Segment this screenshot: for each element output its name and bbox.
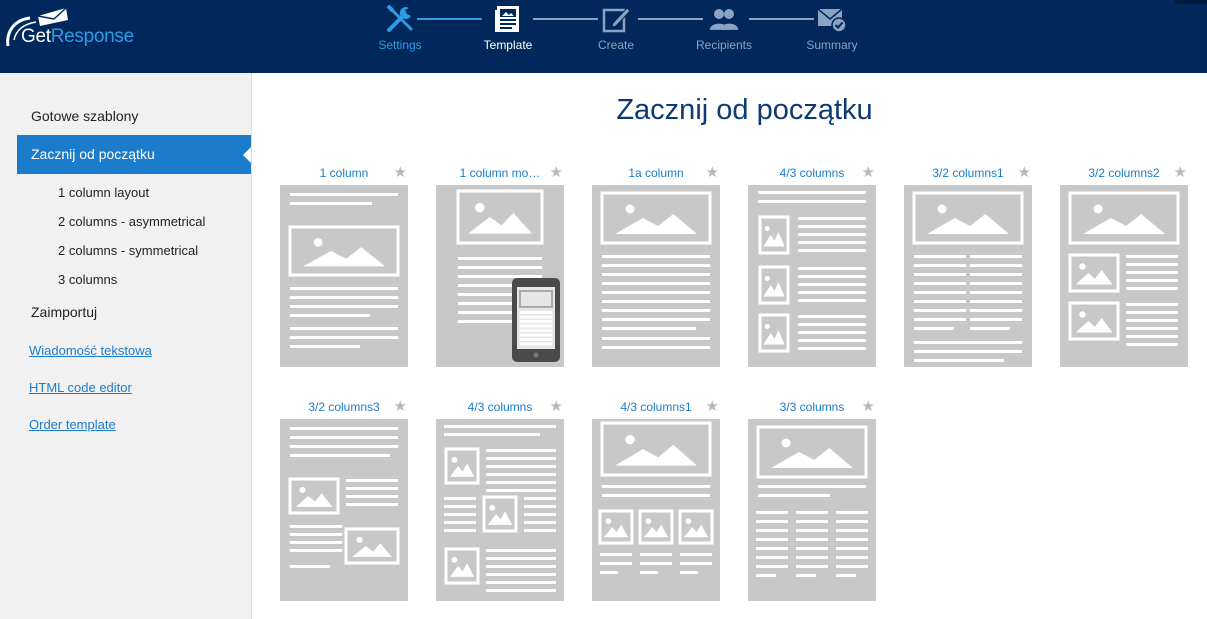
favorite-star-icon[interactable]: ★ [550, 397, 563, 415]
template-card[interactable]: 4/3 columns1 ★ [592, 394, 720, 601]
step-summary[interactable]: Summary [787, 4, 877, 52]
favorite-star-icon[interactable]: ★ [1018, 163, 1031, 181]
template-title[interactable]: 3/2 columns3 [280, 400, 408, 414]
step-create[interactable]: Create [571, 4, 661, 52]
template-title[interactable]: 1 column mo… [436, 166, 564, 180]
sidebar-subitem-2-columns-asym[interactable]: 2 columns - asymmetrical [58, 214, 205, 229]
sidebar-subitem-3-columns[interactable]: 3 columns [58, 272, 117, 287]
template-thumbnail[interactable] [436, 185, 564, 367]
template-thumbnail[interactable] [904, 185, 1032, 367]
step-settings[interactable]: Settings [355, 4, 445, 52]
step-label: Create [597, 38, 635, 52]
template-title[interactable]: 4/3 columns [748, 166, 876, 180]
template-card[interactable]: 3/3 columns ★ [748, 394, 876, 601]
step-template[interactable]: Template [463, 4, 553, 52]
template-preview-graphic [600, 191, 712, 349]
step-recipients[interactable]: Recipients [679, 4, 769, 52]
template-thumbnail[interactable] [1060, 185, 1188, 367]
template-thumbnail[interactable] [592, 419, 720, 601]
page-title: Zacznij od początku [616, 94, 873, 126]
link-text-message[interactable]: Wiadomość tekstowa [29, 343, 152, 358]
edit-icon [602, 7, 631, 33]
template-title[interactable]: 1 column [280, 166, 408, 180]
step-label: Summary [806, 38, 858, 52]
favorite-star-icon[interactable]: ★ [550, 163, 563, 181]
favorite-star-icon[interactable]: ★ [394, 163, 407, 181]
users-icon [709, 9, 739, 30]
favorite-star-icon[interactable]: ★ [706, 163, 719, 181]
sidebar-item-start-scratch[interactable]: Zacznij od początku [17, 135, 251, 174]
template-preview-graphic [598, 421, 714, 574]
envelope-check-icon [817, 8, 847, 33]
template-card[interactable]: 1a column ★ [592, 160, 720, 367]
template-card[interactable]: 1 column ★ [280, 160, 408, 367]
template-thumbnail[interactable] [748, 185, 876, 367]
favorite-star-icon[interactable]: ★ [706, 397, 719, 415]
template-thumbnail[interactable] [280, 185, 408, 367]
template-title[interactable]: 3/3 columns [748, 400, 876, 414]
template-preview-graphic [288, 193, 400, 348]
top-header: GetResponse Settings Template Create Rec… [0, 0, 1207, 73]
step-label: Template [483, 38, 533, 52]
template-icon [495, 6, 519, 32]
template-title[interactable]: 4/3 columns1 [592, 400, 720, 414]
wizard-steps: Settings Template Create Recipients Summ… [0, 0, 1207, 73]
favorite-star-icon[interactable]: ★ [862, 163, 875, 181]
template-thumbnail[interactable] [592, 185, 720, 367]
sidebar-item-import[interactable]: Zaimportuj [31, 304, 97, 320]
template-title[interactable]: 1a column [592, 166, 720, 180]
template-title[interactable]: 4/3 columns [436, 400, 564, 414]
template-thumbnail[interactable] [436, 419, 564, 601]
template-preview-graphic [444, 425, 556, 592]
settings-tools-icon [386, 4, 413, 32]
favorite-star-icon[interactable]: ★ [394, 397, 407, 415]
sidebar-subitem-2-columns-sym[interactable]: 2 columns - symmetrical [58, 243, 198, 258]
sidebar-item-label: Zacznij od początku [31, 146, 155, 162]
template-card[interactable]: 4/3 columns ★ [436, 394, 564, 601]
step-label: Settings [378, 38, 422, 52]
step-label: Recipients [695, 38, 753, 52]
template-thumbnail[interactable] [280, 419, 408, 601]
template-preview-graphic [758, 191, 866, 353]
link-html-editor[interactable]: HTML code editor [29, 380, 132, 395]
favorite-star-icon[interactable]: ★ [862, 397, 875, 415]
favorite-star-icon[interactable]: ★ [1174, 163, 1187, 181]
template-card[interactable]: 3/2 columns2 ★ [1060, 160, 1188, 367]
link-order-template[interactable]: Order template [29, 417, 116, 432]
template-card[interactable]: 1 column mo… ★ [436, 160, 564, 367]
template-card[interactable]: 3/2 columns3 ★ [280, 394, 408, 601]
template-thumbnail[interactable] [748, 419, 876, 601]
template-preview-graphic [288, 427, 400, 568]
template-preview-graphic [456, 189, 560, 362]
template-card[interactable]: 4/3 columns ★ [748, 160, 876, 367]
sidebar-item-ready-templates[interactable]: Gotowe szablony [31, 108, 138, 124]
active-indicator [243, 147, 251, 163]
template-preview-graphic [1068, 191, 1180, 346]
sidebar: Gotowe szablony Zacznij od początku 1 co… [0, 73, 252, 619]
template-preview-graphic [912, 191, 1024, 362]
template-title[interactable]: 3/2 columns2 [1060, 166, 1188, 180]
template-title[interactable]: 3/2 columns1 [904, 166, 1032, 180]
template-card[interactable]: 3/2 columns1 ★ [904, 160, 1032, 367]
template-preview-graphic [756, 425, 868, 577]
sidebar-subitem-1-column[interactable]: 1 column layout [58, 185, 149, 200]
